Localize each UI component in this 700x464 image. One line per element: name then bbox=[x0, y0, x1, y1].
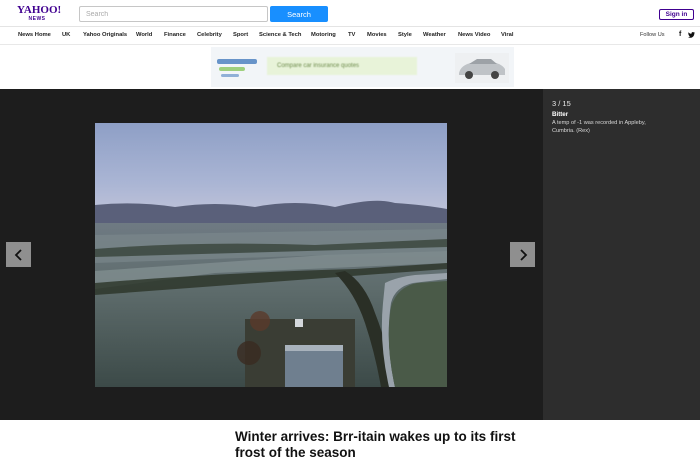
caption-panel bbox=[543, 89, 700, 420]
article-headline: Winter arrives: Brr-itain wakes up to it… bbox=[235, 429, 516, 460]
logo-subtitle: NEWS bbox=[28, 16, 46, 22]
nav-item-yahoo-originals[interactable]: Yahoo Originals bbox=[83, 32, 127, 38]
logo-wordmark: YAHOO! bbox=[17, 4, 62, 16]
nav-item-news-home[interactable]: News Home bbox=[18, 32, 51, 38]
caption-description: A temp of -1 was recorded in Appleby, Cu… bbox=[552, 120, 646, 134]
car-image bbox=[455, 53, 509, 83]
slide-photo[interactable] bbox=[95, 123, 447, 387]
chevron-left-icon bbox=[14, 248, 22, 261]
site-header: YAHOO! NEWS Search Sign in bbox=[0, 0, 700, 27]
nav-item-news-video[interactable]: News Video bbox=[458, 32, 490, 38]
nav-item-science-tech[interactable]: Science & Tech bbox=[259, 32, 301, 38]
search-button[interactable]: Search bbox=[270, 6, 328, 22]
nav-item-tv[interactable]: TV bbox=[348, 32, 355, 38]
previous-slide-button[interactable] bbox=[6, 242, 31, 267]
search-input[interactable] bbox=[79, 6, 268, 22]
nav-item-finance[interactable]: Finance bbox=[164, 32, 186, 38]
twitter-icon[interactable] bbox=[688, 32, 695, 40]
nav-item-movies[interactable]: Movies bbox=[367, 32, 387, 38]
chevron-right-icon bbox=[519, 248, 527, 261]
yahoo-news-logo[interactable]: YAHOO! NEWS bbox=[17, 4, 62, 23]
nav-item-celebrity[interactable]: Celebrity bbox=[197, 32, 222, 38]
nav-item-style[interactable]: Style bbox=[398, 32, 412, 38]
slide-counter: 3 / 15 bbox=[552, 99, 571, 108]
facebook-icon[interactable]: f bbox=[679, 31, 681, 38]
nav-item-uk[interactable]: UK bbox=[62, 32, 70, 38]
main-nav: News Home UK Yahoo Originals World Finan… bbox=[0, 27, 700, 45]
nav-item-motoring[interactable]: Motoring bbox=[311, 32, 336, 38]
nav-item-world[interactable]: World bbox=[136, 32, 152, 38]
caption-title: Bitter bbox=[552, 111, 569, 118]
advertisement-banner[interactable]: Compare car insurance quotes bbox=[211, 47, 514, 87]
nav-item-viral[interactable]: Viral bbox=[501, 32, 513, 38]
ad-brand-logo bbox=[213, 53, 261, 83]
ad-banner-text: Compare car insurance quotes bbox=[267, 57, 417, 75]
next-slide-button[interactable] bbox=[510, 242, 535, 267]
nav-item-weather[interactable]: Weather bbox=[423, 32, 446, 38]
sign-in-button[interactable]: Sign in bbox=[659, 9, 694, 20]
follow-us-label: Follow Us bbox=[640, 32, 665, 38]
nav-item-sport[interactable]: Sport bbox=[233, 32, 248, 38]
